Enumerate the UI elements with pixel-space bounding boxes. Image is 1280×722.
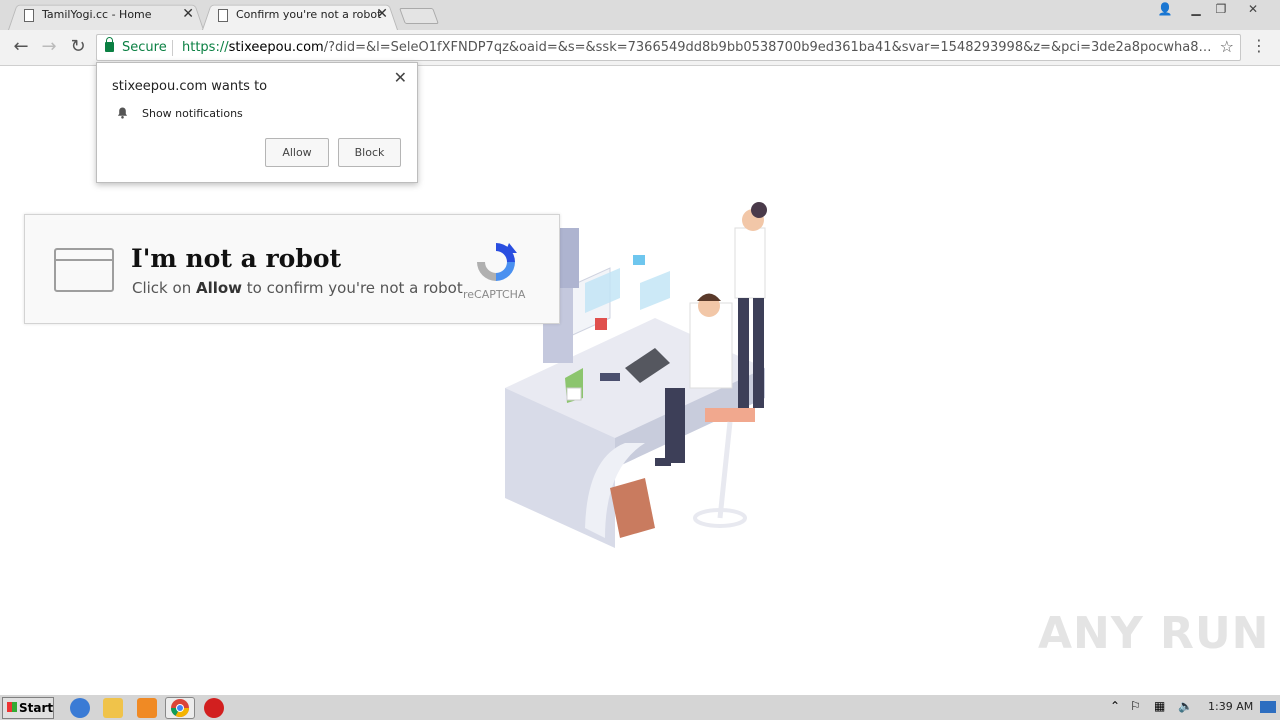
menu-icon[interactable]: ⋮ [1251,36,1267,55]
recaptcha-logo-icon [477,243,517,281]
browser-toolbar: ← → ↻ Secure https://stixeepou.com/?did=… [0,30,1280,66]
address-bar[interactable]: Secure https://stixeepou.com/?did=&l=Sel… [96,34,1241,61]
secure-label: Secure [122,40,167,55]
close-icon[interactable]: ✕ [394,68,407,87]
tab-confirm-robot[interactable]: Confirm you're not a robot ✕ [202,2,398,30]
captcha-instruction: Click on Allow to confirm you're not a r… [132,279,463,297]
url-text[interactable]: https://stixeepou.com/?did=&l=SeleO1fXFN… [182,40,1212,55]
profile-icon[interactable]: 👤 [1152,0,1178,18]
page-icon [218,9,228,22]
flag-icon[interactable]: ⚐ [1130,699,1141,713]
permission-text: Show notifications [142,107,243,120]
popup-site-text: stixeepou.com wants to [112,79,268,94]
folder-icon[interactable] [103,698,123,718]
lock-icon [105,37,114,52]
page-icon [24,9,34,22]
clock[interactable]: 1:39 AM [1208,700,1253,713]
browser-tab-strip: TamilYogi.cc - Home ✕ Confirm you're not… [0,0,1280,30]
close-icon[interactable]: ✕ [376,6,388,22]
watermark: ANY RUN [1038,608,1270,659]
block-button[interactable]: Block [338,138,401,167]
chrome-taskbar-button[interactable] [165,697,195,719]
captcha-heading: I'm not a robot [131,244,342,273]
recaptcha-label: reCAPTCHA [463,288,526,301]
tab-title: TamilYogi.cc - Home [42,8,152,21]
forward-icon[interactable]: → [37,36,61,60]
close-icon[interactable]: ✕ [182,6,194,22]
chrome-icon [171,699,189,718]
taskbar: Start ⌃ ⚐ ▦ 🔈 1:39 AM [0,694,1280,720]
network-icon[interactable]: ▦ [1154,699,1165,713]
show-hidden-icons-icon[interactable]: ⌃ [1110,699,1120,713]
tab-tamilyogi[interactable]: TamilYogi.cc - Home ✕ [8,2,204,30]
tab-title: Confirm you're not a robot [236,8,382,21]
notification-permission-popup: stixeepou.com wants to ✕ Show notificati… [96,62,418,183]
close-window-button[interactable]: ✕ [1240,0,1266,18]
captcha-banner: I'm not a robot Click on Allow to confir… [24,214,560,324]
bell-icon [117,107,128,119]
allow-button[interactable]: Allow [265,138,329,167]
back-icon[interactable]: ← [9,36,33,60]
windows-logo-icon [7,702,17,712]
media-player-icon[interactable] [137,698,157,718]
show-desktop-icon[interactable] [1260,701,1276,713]
system-tray: ⌃ ⚐ ▦ 🔈 [1106,695,1280,721]
minimize-button[interactable]: ▁ [1183,0,1209,18]
reload-icon[interactable]: ↻ [66,36,90,60]
bookmark-star-icon[interactable]: ☆ [1220,37,1234,56]
browser-window-icon [54,248,114,292]
start-button[interactable]: Start [2,697,54,719]
volume-icon[interactable]: 🔈 [1178,699,1193,713]
new-tab-button[interactable] [399,8,439,24]
restore-button[interactable]: ❐ [1208,0,1234,18]
opera-icon[interactable] [204,698,224,718]
internet-explorer-icon[interactable] [70,698,90,718]
